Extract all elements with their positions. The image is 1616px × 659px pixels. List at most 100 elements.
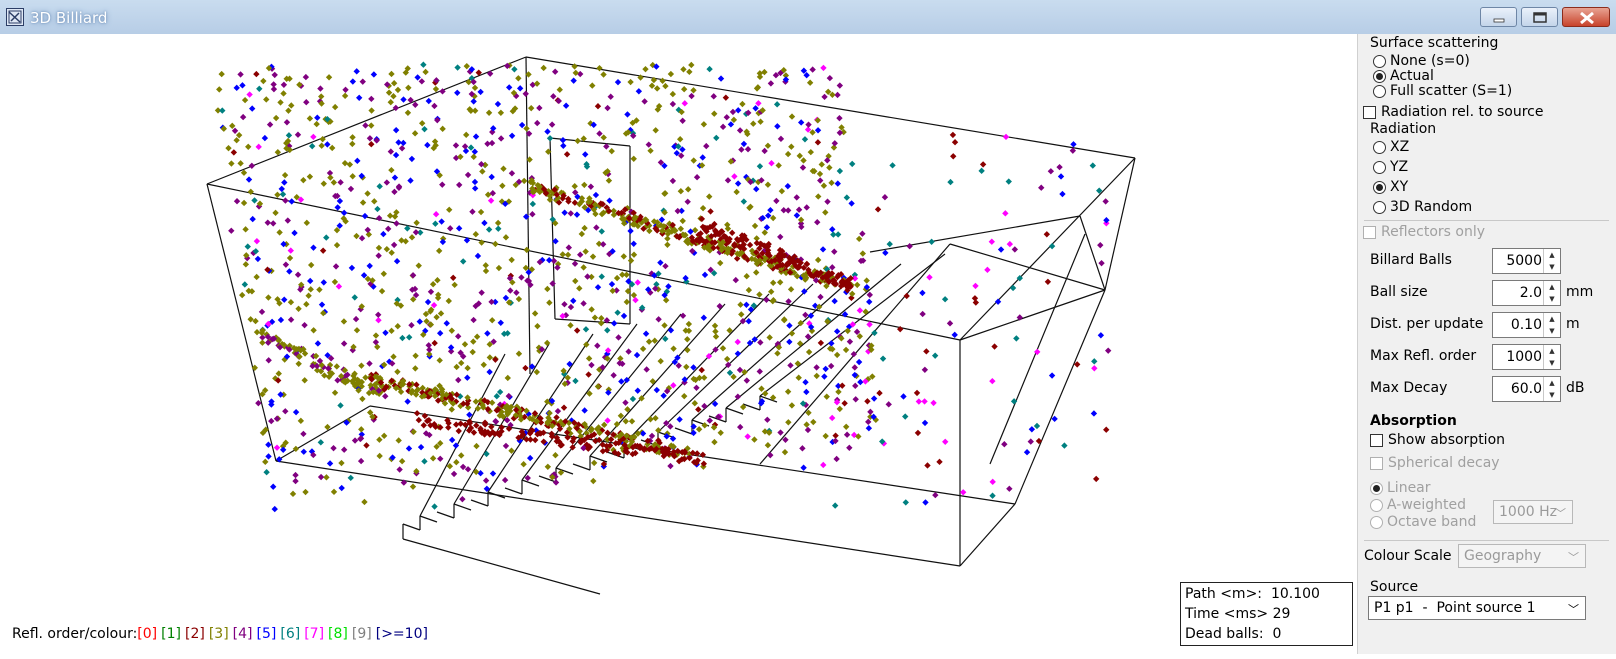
spherical-decay-checkbox[interactable]: Spherical decay	[1370, 455, 1500, 471]
spin-up-icon[interactable]: ▲	[1544, 377, 1560, 389]
radio-weight-linear[interactable]: Linear	[1370, 480, 1431, 496]
billiard-ball	[820, 64, 827, 72]
radio-radiation-xy[interactable]: XY	[1373, 179, 1408, 195]
spinner-arrows[interactable]: ▲ ▼	[1543, 249, 1560, 273]
radio-scatter-none[interactable]: None (s=0)	[1373, 53, 1470, 69]
reflectors-only-checkbox[interactable]: Reflectors only	[1363, 224, 1485, 240]
billiard-ball	[421, 458, 428, 465]
spin-down-icon[interactable]: ▼	[1544, 293, 1560, 305]
spin-up-icon[interactable]: ▲	[1544, 249, 1560, 261]
billiard-ball	[921, 419, 929, 427]
billiard-ball	[730, 373, 737, 381]
billiard-ball	[359, 78, 366, 85]
billiard-ball	[826, 164, 833, 171]
billiard-ball	[799, 164, 807, 171]
billiard-ball	[552, 452, 559, 459]
spin-up-icon[interactable]: ▲	[1544, 281, 1560, 293]
billiard-ball	[357, 457, 365, 465]
close-button[interactable]	[1562, 7, 1610, 27]
billiard-3d-view[interactable]	[0, 34, 1357, 654]
billiard-ball	[833, 351, 841, 359]
billiard-ball	[735, 107, 742, 114]
billiard-ball	[420, 61, 427, 68]
radio-radiation-3d[interactable]: 3D Random	[1373, 199, 1472, 215]
billiard-ball	[437, 455, 444, 462]
billiard-ball	[386, 212, 394, 219]
maximize-button[interactable]	[1521, 7, 1558, 27]
ball-size-spinner[interactable]: 2.0 ▲ ▼	[1492, 280, 1561, 306]
billiard-ball	[287, 299, 295, 306]
checkbox-box	[1370, 456, 1383, 470]
colour-scale-select[interactable]: Geography ﹀	[1458, 544, 1586, 568]
spin-down-icon[interactable]: ▼	[1544, 357, 1560, 369]
billiard-ball	[534, 119, 541, 127]
billiard-ball	[288, 198, 295, 205]
radio-scatter-actual[interactable]: Actual	[1373, 68, 1434, 84]
billiard-ball	[237, 71, 244, 78]
max-refl-order-spinner[interactable]: 1000 ▲ ▼	[1492, 344, 1561, 370]
billiard-ball	[361, 498, 368, 506]
wire-edge	[206, 183, 277, 462]
spin-down-icon[interactable]: ▼	[1544, 389, 1560, 401]
billiard-ball	[784, 150, 792, 158]
source-select[interactable]: P1 p1 - Point source 1 ﹀	[1368, 596, 1586, 620]
billiard-ball	[928, 238, 935, 245]
show-absorption-checkbox[interactable]: Show absorption	[1370, 432, 1505, 448]
billiard-ball	[767, 207, 774, 214]
billiard-ball	[246, 91, 253, 98]
billiard-ball	[520, 177, 528, 185]
billiard-ball	[803, 204, 810, 211]
spin-down-icon[interactable]: ▼	[1544, 261, 1560, 273]
max-decay-spinner[interactable]: 60.0 ▲ ▼	[1492, 376, 1561, 402]
billiard-ball	[1013, 335, 1020, 342]
billiard-ball	[733, 188, 740, 196]
billiard-ball	[455, 427, 462, 435]
spinner-arrows[interactable]: ▲ ▼	[1543, 377, 1560, 401]
billiard-ball	[280, 81, 288, 88]
billiard-ball	[331, 103, 339, 111]
billiard-ball	[439, 125, 446, 133]
billiard-ball	[520, 461, 527, 468]
billiard-ball	[745, 318, 752, 325]
billiard-ball	[1097, 332, 1105, 339]
radio-scatter-full[interactable]: Full scatter (S=1)	[1373, 83, 1512, 99]
billiard-ball	[571, 260, 579, 267]
spin-up-icon[interactable]: ▲	[1544, 313, 1560, 325]
billiard-ball	[645, 338, 653, 345]
radiation-rel-source-checkbox[interactable]: Radiation rel. to source	[1363, 104, 1543, 120]
billiard-ball	[608, 147, 615, 155]
radio-radiation-yz[interactable]: YZ	[1373, 159, 1408, 175]
dist-per-update-spinner[interactable]: 0.10 ▲ ▼	[1492, 312, 1561, 338]
radio-radiation-xz[interactable]: XZ	[1373, 139, 1409, 155]
billiard-ball	[835, 388, 842, 396]
spinner-arrows[interactable]: ▲ ▼	[1543, 281, 1560, 305]
billiard-ball	[502, 442, 510, 450]
billiard-ball	[531, 310, 539, 317]
spinner-arrows[interactable]: ▲ ▼	[1543, 345, 1560, 369]
billiard-ball	[577, 251, 584, 258]
billiard-ball	[349, 173, 356, 180]
billiard-ball	[855, 358, 863, 366]
billiard-ball	[677, 225, 684, 232]
billiard-ball	[570, 297, 577, 305]
billiard-ball	[228, 160, 235, 167]
octave-band-select[interactable]: 1000 Hz ﹀	[1493, 500, 1573, 524]
billard-balls-spinner[interactable]: 5000 ▲ ▼	[1492, 248, 1561, 274]
billiard-ball	[615, 334, 622, 341]
billiard-ball	[761, 68, 768, 76]
billiard-ball	[263, 96, 270, 103]
spin-up-icon[interactable]: ▲	[1544, 345, 1560, 357]
minimize-button[interactable]	[1480, 7, 1517, 27]
radio-weight-octave[interactable]: Octave band	[1370, 514, 1476, 530]
billiard-ball	[470, 316, 477, 324]
billiard-ball	[262, 458, 269, 466]
billiard-ball	[1001, 441, 1008, 448]
billiard-ball	[451, 281, 458, 289]
spinner-arrows[interactable]: ▲ ▼	[1543, 313, 1560, 337]
billiard-ball	[405, 84, 412, 91]
radio-weight-a[interactable]: A-weighted	[1370, 497, 1466, 513]
spin-down-icon[interactable]: ▼	[1544, 325, 1560, 337]
billiard-ball	[684, 198, 691, 205]
billiard-ball	[642, 330, 650, 337]
legend-item-3: [3]	[208, 626, 229, 642]
